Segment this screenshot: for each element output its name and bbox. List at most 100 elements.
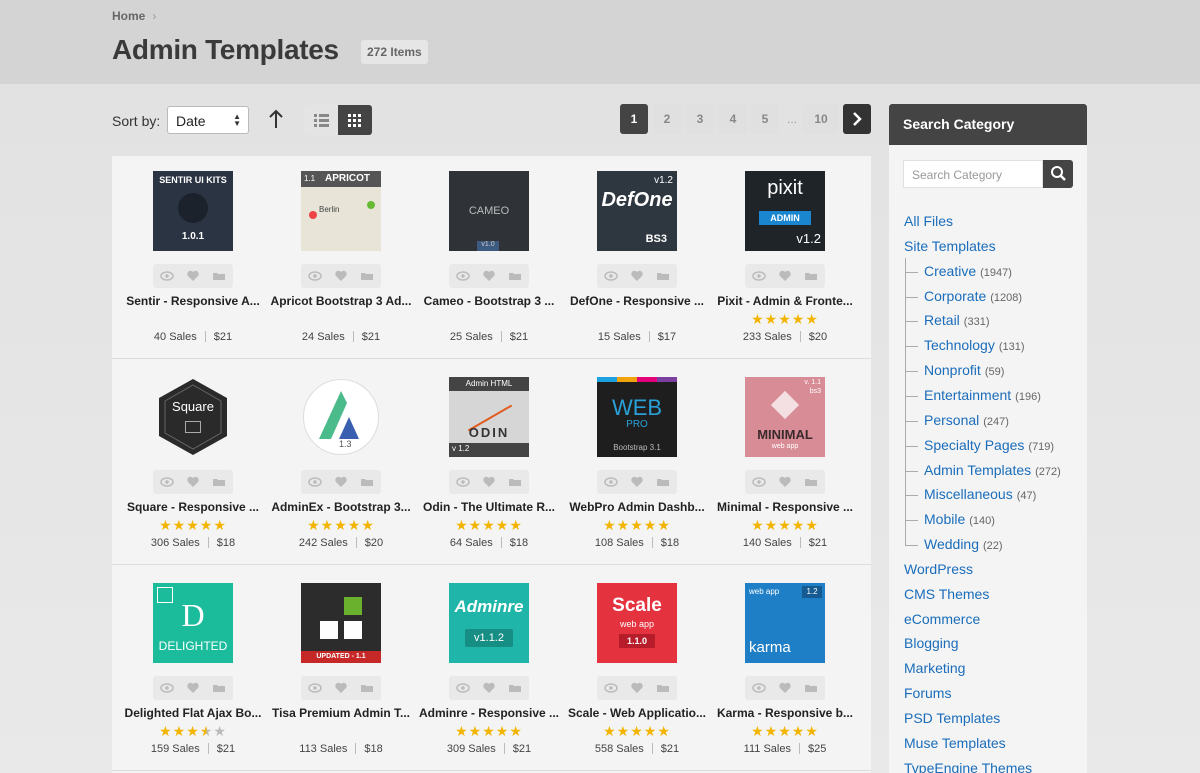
collection-folder-button[interactable] <box>650 264 676 288</box>
product-thumbnail[interactable]: 1.1 APRICOT Berlin <box>301 171 381 251</box>
product-title[interactable]: Square - Responsive ... <box>119 500 267 514</box>
preview-eye-button[interactable] <box>450 470 476 494</box>
collection-folder-button[interactable] <box>502 264 528 288</box>
product-thumbnail[interactable]: Admin HTML ODIN v 1.2 <box>449 377 529 457</box>
category-link-specialty-pages[interactable]: Specialty Pages (719) <box>924 437 1054 453</box>
product-card[interactable]: web app 1.2 karma Karma - Responsive b..… <box>711 568 859 758</box>
product-card[interactable]: 1.1 APRICOT Berlin Apricot Bootstrap 3 A… <box>267 156 415 346</box>
collection-folder-button[interactable] <box>798 676 824 700</box>
collection-folder-button[interactable] <box>650 676 676 700</box>
collection-folder-button[interactable] <box>798 470 824 494</box>
product-title[interactable]: Pixit - Admin & Fronte... <box>711 294 859 308</box>
sort-select[interactable]: Date ▲ ▼ <box>167 106 249 134</box>
preview-eye-button[interactable] <box>154 676 180 700</box>
product-card[interactable]: UPDATED - 1.1 Tisa Premium Admin T... 113… <box>267 568 415 758</box>
product-title[interactable]: Adminre - Responsive ... <box>415 706 563 720</box>
product-title[interactable]: Tisa Premium Admin T... <box>267 706 415 720</box>
collection-folder-button[interactable] <box>206 264 232 288</box>
category-link-mobile[interactable]: Mobile (140) <box>924 511 995 527</box>
category-link-typeengine-themes[interactable]: TypeEngine Themes <box>904 760 1032 773</box>
product-card[interactable]: WEB PRO Bootstrap 3.1 WebPro Admin Dashb… <box>563 362 711 552</box>
collection-folder-button[interactable] <box>502 470 528 494</box>
product-thumbnail[interactable]: Scale web app 1.1.0 <box>597 583 677 663</box>
favorite-heart-button[interactable] <box>476 470 502 494</box>
product-thumbnail[interactable]: pixit ADMIN v1.2 <box>745 171 825 251</box>
product-card[interactable]: D DELIGHTED Delighted Flat Ajax Bo... ★★★… <box>119 568 267 758</box>
collection-folder-button[interactable] <box>206 470 232 494</box>
category-link-technology[interactable]: Technology (131) <box>924 337 1025 353</box>
favorite-heart-button[interactable] <box>772 470 798 494</box>
product-thumbnail[interactable]: v1.2 DefOne BS3 <box>597 171 677 251</box>
product-card[interactable]: pixit ADMIN v1.2 Pixit - Admin & Fronte.… <box>711 156 859 346</box>
category-link-admin-templates[interactable]: Admin Templates (272) <box>924 462 1061 478</box>
category-link-site-templates[interactable]: Site Templates <box>904 238 996 254</box>
list-view-button[interactable] <box>304 105 338 135</box>
product-title[interactable]: Cameo - Bootstrap 3 ... <box>415 294 563 308</box>
preview-eye-button[interactable] <box>302 264 328 288</box>
page-4-button[interactable]: 4 <box>719 104 747 134</box>
product-thumbnail[interactable]: WEB PRO Bootstrap 3.1 <box>597 377 677 457</box>
product-title[interactable]: Odin - The Ultimate R... <box>415 500 563 514</box>
preview-eye-button[interactable] <box>598 676 624 700</box>
category-link-forums[interactable]: Forums <box>904 685 951 701</box>
category-link-creative[interactable]: Creative (1947) <box>924 263 1012 279</box>
category-link-psd-templates[interactable]: PSD Templates <box>904 710 1000 726</box>
product-title[interactable]: Sentir - Responsive A... <box>119 294 267 308</box>
category-link-all-files[interactable]: All Files <box>904 213 953 229</box>
favorite-heart-button[interactable] <box>476 676 502 700</box>
product-thumbnail[interactable]: web app 1.2 karma <box>745 583 825 663</box>
product-title[interactable]: WebPro Admin Dashb... <box>563 500 711 514</box>
preview-eye-button[interactable] <box>154 470 180 494</box>
product-title[interactable]: DefOne - Responsive ... <box>563 294 711 308</box>
product-thumbnail[interactable]: UPDATED - 1.1 <box>301 583 381 663</box>
page-1-button[interactable]: 1 <box>620 104 648 134</box>
category-link-muse-templates[interactable]: Muse Templates <box>904 735 1006 751</box>
product-card[interactable]: 1.3 AdminEx - Bootstrap 3... ★★★★★ 242 Sal… <box>267 362 415 552</box>
preview-eye-button[interactable] <box>450 676 476 700</box>
preview-eye-button[interactable] <box>746 264 772 288</box>
collection-folder-button[interactable] <box>206 676 232 700</box>
preview-eye-button[interactable] <box>598 470 624 494</box>
collection-folder-button[interactable] <box>650 470 676 494</box>
category-link-corporate[interactable]: Corporate (1208) <box>924 288 1022 304</box>
collection-folder-button[interactable] <box>354 470 380 494</box>
category-link-personal[interactable]: Personal (247) <box>924 412 1009 428</box>
product-thumbnail[interactable]: D DELIGHTED <box>153 583 233 663</box>
product-title[interactable]: AdminEx - Bootstrap 3... <box>267 500 415 514</box>
product-thumbnail[interactable]: Square <box>153 377 233 457</box>
product-card[interactable]: Square Square - Responsive ... ★★★★★ 306 S… <box>119 362 267 552</box>
favorite-heart-button[interactable] <box>624 264 650 288</box>
category-link-wordpress[interactable]: WordPress <box>904 561 973 577</box>
grid-view-button[interactable] <box>338 105 372 135</box>
product-thumbnail[interactable]: Adminre v1.1.2 <box>449 583 529 663</box>
page-2-button[interactable]: 2 <box>653 104 681 134</box>
preview-eye-button[interactable] <box>746 676 772 700</box>
category-link-entertainment[interactable]: Entertainment (196) <box>924 387 1041 403</box>
favorite-heart-button[interactable] <box>328 470 354 494</box>
next-page-button[interactable] <box>843 104 871 134</box>
product-title[interactable]: Delighted Flat Ajax Bo... <box>119 706 267 720</box>
product-card[interactable]: Admin HTML ODIN v 1.2 Odin - The Ultimat… <box>415 362 563 552</box>
product-card[interactable]: Adminre v1.1.2 Adminre - Responsive ... ★… <box>415 568 563 758</box>
product-thumbnail[interactable]: CAMEO v1.0 <box>449 171 529 251</box>
page-10-button[interactable]: 10 <box>803 104 839 134</box>
preview-eye-button[interactable] <box>154 264 180 288</box>
product-thumbnail[interactable]: v. 1.1 bs3 MINIMAL web app <box>745 377 825 457</box>
favorite-heart-button[interactable] <box>180 676 206 700</box>
category-search-button[interactable] <box>1043 160 1073 188</box>
favorite-heart-button[interactable] <box>772 264 798 288</box>
page-3-button[interactable]: 3 <box>686 104 714 134</box>
favorite-heart-button[interactable] <box>772 676 798 700</box>
favorite-heart-button[interactable] <box>476 264 502 288</box>
category-link-ecommerce[interactable]: eCommerce <box>904 611 980 627</box>
product-title[interactable]: Minimal - Responsive ... <box>711 500 859 514</box>
category-link-marketing[interactable]: Marketing <box>904 660 965 676</box>
product-card[interactable]: v1.2 DefOne BS3 DefOne - Responsive ... 1… <box>563 156 711 346</box>
favorite-heart-button[interactable] <box>180 264 206 288</box>
category-link-miscellaneous[interactable]: Miscellaneous (47) <box>924 486 1036 502</box>
product-card[interactable]: Scale web app 1.1.0 Scale - Web Applicat… <box>563 568 711 758</box>
favorite-heart-button[interactable] <box>624 676 650 700</box>
page-5-button[interactable]: 5 <box>751 104 779 134</box>
product-title[interactable]: Karma - Responsive b... <box>711 706 859 720</box>
preview-eye-button[interactable] <box>302 676 328 700</box>
